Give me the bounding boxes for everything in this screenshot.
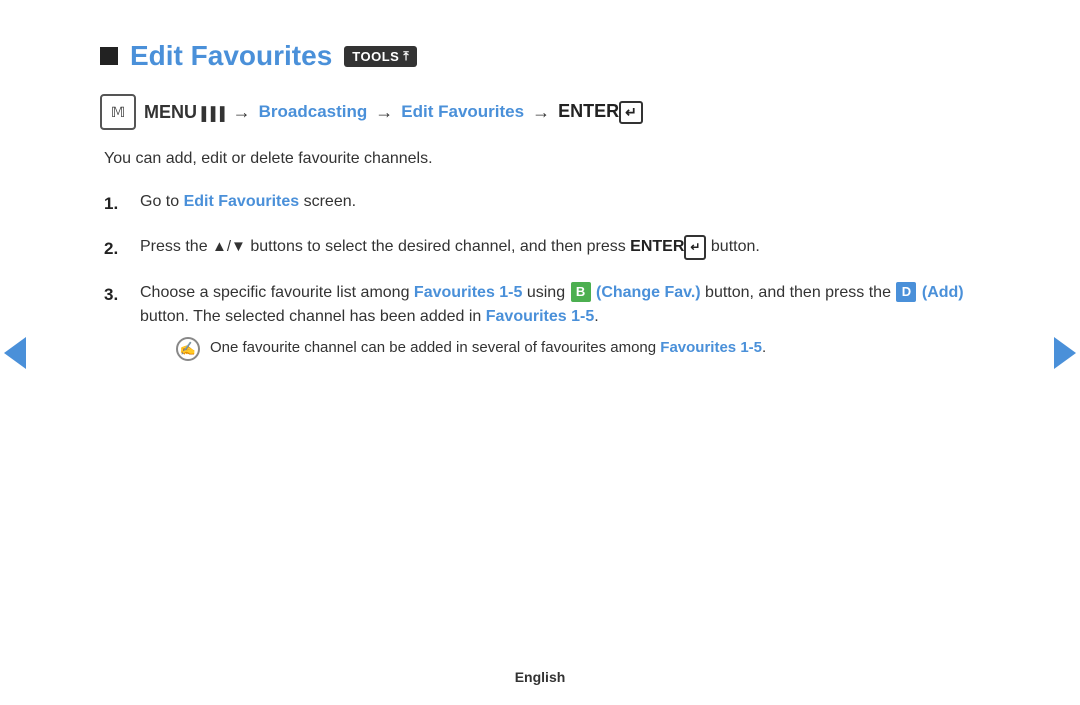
btn-d-icon: D xyxy=(896,282,916,302)
step-1-content: Go to Edit Favourites screen. xyxy=(140,190,1000,215)
tools-label: TOOLS xyxy=(352,49,399,64)
enter-icon-2: ↵ xyxy=(684,235,706,260)
page-footer: English xyxy=(0,669,1080,685)
change-fav-label: (Change Fav.) xyxy=(596,284,701,301)
menu-label: MENU▐▐▐ xyxy=(144,102,225,123)
steps-list: 1. Go to Edit Favourites screen. 2. Pres… xyxy=(104,190,1000,361)
step-2-content: Press the ▲/▼ buttons to select the desi… xyxy=(140,235,1000,260)
page-description: You can add, edit or delete favourite ch… xyxy=(104,150,1000,168)
title-square-icon xyxy=(100,47,118,65)
menu-navigation: 𝕄 MENU▐▐▐ → Broadcasting → Edit Favourit… xyxy=(100,94,1000,130)
add-label: (Add) xyxy=(922,284,964,301)
menu-icon: 𝕄 xyxy=(100,94,136,130)
note-text: One favourite channel can be added in se… xyxy=(210,336,766,359)
footer-language: English xyxy=(515,669,566,685)
note-block: ✍ One favourite channel can be added in … xyxy=(176,336,1000,361)
step-2: 2. Press the ▲/▼ buttons to select the d… xyxy=(104,235,1000,262)
step-1-blue-text: Edit Favourites xyxy=(184,193,300,210)
right-arrow-icon xyxy=(1054,337,1076,369)
arrows-symbol: ▲/▼ xyxy=(212,238,246,255)
enter-bold: ENTER↵ xyxy=(630,238,706,255)
note-icon: ✍ xyxy=(176,337,200,361)
edit-favourites-link: Edit Favourites xyxy=(401,102,524,122)
tools-badge: TOOLS ⤒ xyxy=(344,46,417,67)
tools-icon: ⤒ xyxy=(403,49,409,64)
step-3-content: Choose a specific favourite list among F… xyxy=(140,281,1000,362)
nav-arrow-1: → xyxy=(233,102,251,123)
btn-b-icon: B xyxy=(571,282,591,302)
nav-arrow-3: → xyxy=(532,102,550,123)
step-3: 3. Choose a specific favourite list amon… xyxy=(104,281,1000,362)
enter-icon: ↵ xyxy=(619,101,643,124)
step-3-number: 3. xyxy=(104,281,126,308)
nav-arrow-2: → xyxy=(375,102,393,123)
step-3-favourites-1: Favourites 1-5 xyxy=(414,284,522,301)
step-1-number: 1. xyxy=(104,190,126,217)
prev-page-button[interactable] xyxy=(0,328,30,378)
next-page-button[interactable] xyxy=(1050,328,1080,378)
step-3-favourites-2: Favourites 1-5 xyxy=(486,308,594,325)
broadcasting-link: Broadcasting xyxy=(259,102,368,122)
note-favourites-link: Favourites 1-5 xyxy=(660,339,762,356)
step-2-number: 2. xyxy=(104,235,126,262)
left-arrow-icon xyxy=(4,337,26,369)
page-title: Edit Favourites xyxy=(130,40,332,72)
step-1: 1. Go to Edit Favourites screen. xyxy=(104,190,1000,217)
page-title-row: Edit Favourites TOOLS ⤒ xyxy=(100,40,1000,72)
enter-label: ENTER↵ xyxy=(558,101,643,124)
